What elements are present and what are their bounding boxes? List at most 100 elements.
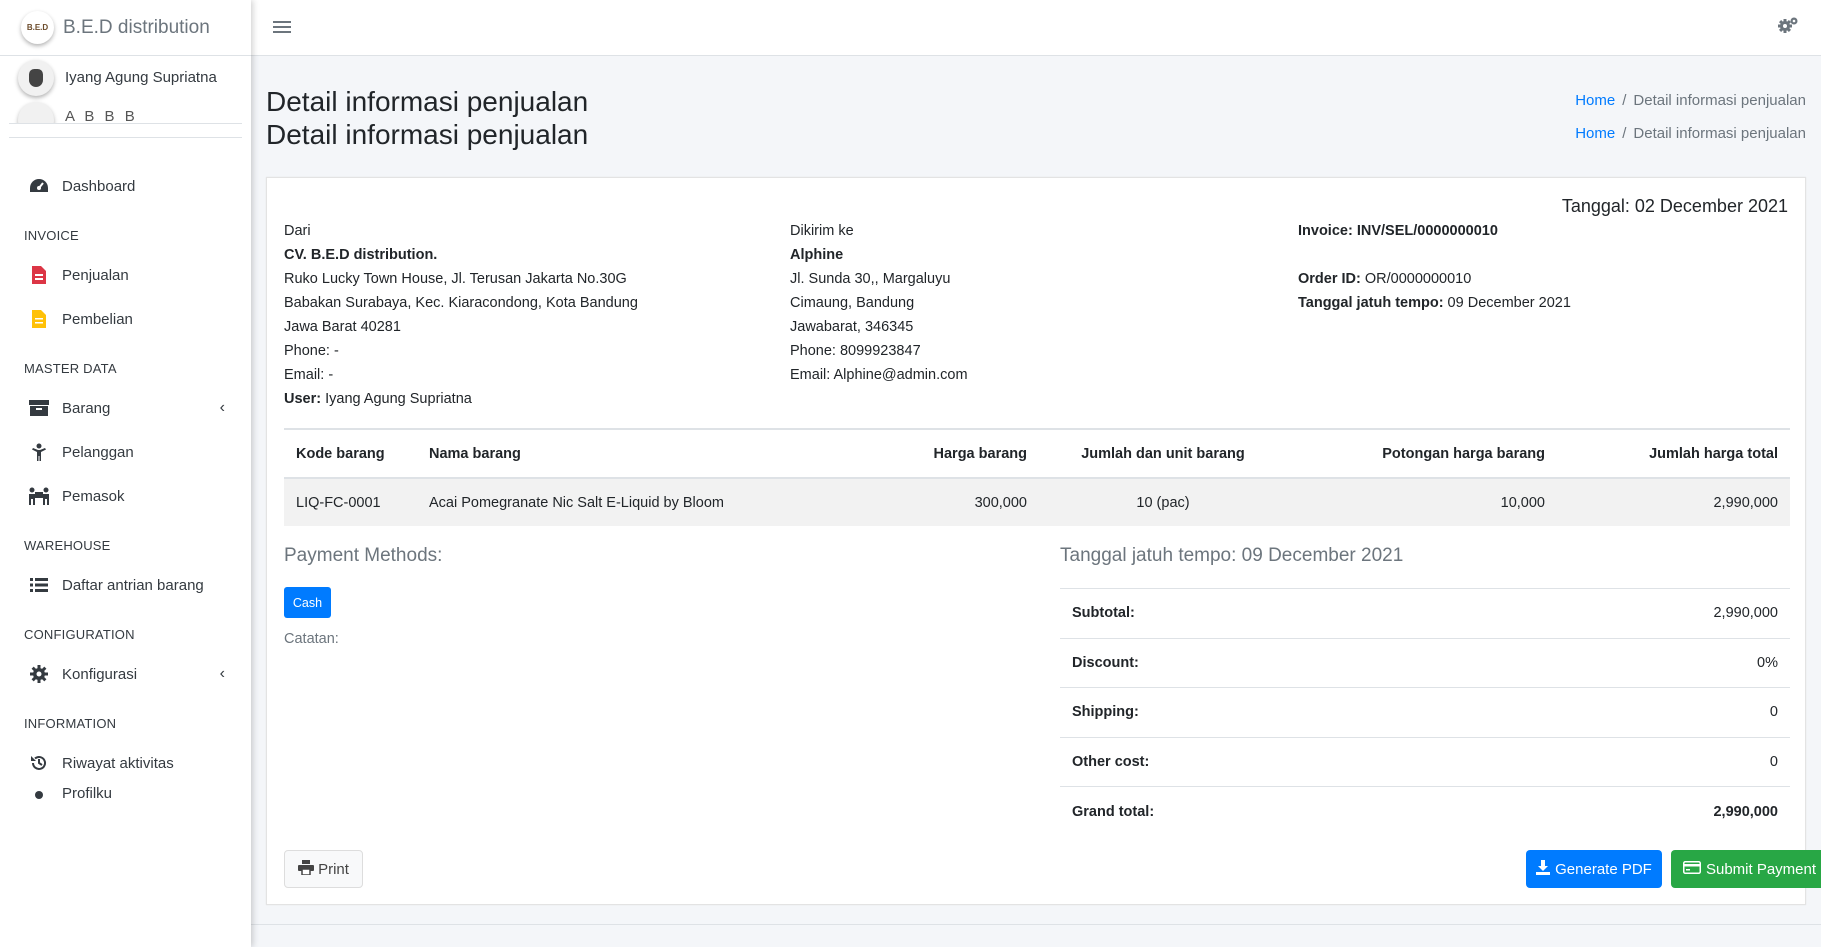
- sidebar-item-label: Pembelian: [62, 310, 133, 328]
- to-address-line1: Jl. Sunda 30,, Margaluyu: [790, 271, 951, 287]
- sidebar-item-label: Konfigurasi: [62, 665, 138, 683]
- nav-header-master-data: MASTER DATA: [24, 361, 117, 376]
- generate-pdf-button[interactable]: Generate PDF: [1526, 850, 1662, 888]
- breadcrumb-separator: /: [1622, 92, 1627, 109]
- due-date-value: 09 December 2021: [1443, 295, 1571, 311]
- gear-icon: [28, 664, 50, 684]
- due-date-label: Tanggal jatuh tempo:: [1298, 295, 1444, 311]
- cogs-icon[interactable]: [1777, 16, 1799, 40]
- sidebar-item-barang[interactable]: Barang ‹: [0, 386, 251, 430]
- breadcrumb-separator: /: [1622, 125, 1627, 142]
- table-cell: 2,990,000: [1557, 478, 1790, 526]
- nav-header-information: INFORMATION: [24, 716, 117, 731]
- sidebar-item-label: Riwayat aktivitas: [62, 754, 174, 772]
- user-name[interactable]: Iyang Agung Supriatna: [65, 69, 217, 86]
- file-invoice-icon: [28, 265, 50, 285]
- table-row: Subtotal: 2,990,000: [1060, 588, 1790, 638]
- top-navbar: [251, 0, 1821, 56]
- sidebar-item-pembelian[interactable]: Pembelian: [0, 297, 251, 341]
- table-row: Shipping: 0: [1060, 687, 1790, 737]
- sidebar-item-pemasok[interactable]: Pemasok: [0, 474, 251, 518]
- order-id-value: OR/0000000010: [1360, 271, 1472, 287]
- submit-payment-button[interactable]: Submit Payment: [1671, 850, 1821, 888]
- items-table: Kode barang Nama barang Harga barang Jum…: [284, 428, 1790, 526]
- download-icon: [1536, 859, 1551, 879]
- table-header-row: Kode barang Nama barang Harga barang Jum…: [284, 428, 1790, 479]
- sidebar: B.E.D B.E.D distribution Iyang Agung Sup…: [0, 0, 251, 947]
- footer-divider: [251, 924, 1821, 925]
- print-button[interactable]: Print: [284, 850, 363, 888]
- breadcrumb: Home / Detail informasi penjualan: [1575, 92, 1806, 109]
- breadcrumb-home[interactable]: Home: [1575, 125, 1615, 142]
- table-cell: LIQ-FC-0001: [284, 478, 417, 526]
- from-label: Dari: [284, 223, 311, 239]
- table-header: Nama barang: [417, 428, 837, 479]
- chevron-left-icon: ‹: [219, 665, 225, 682]
- sidebar-item-riwayat-aktivitas[interactable]: Riwayat aktivitas: [0, 741, 251, 785]
- sidebar-nav: Dashboard INVOICE Penjualan Pembelian MA…: [0, 138, 251, 807]
- person-icon: [28, 442, 50, 462]
- nav-header-invoice: INVOICE: [24, 228, 79, 243]
- sidebar-item-label: Dashboard: [62, 177, 136, 195]
- table-cell: Acai Pomegranate Nic Salt E-Liquid by Bl…: [417, 478, 837, 526]
- circle-icon: [28, 785, 50, 805]
- from-user-label: User:: [284, 391, 322, 407]
- to-address-line3: Jawabarat, 346345: [790, 319, 914, 335]
- breadcrumb-current: Detail informasi penjualan: [1633, 125, 1806, 142]
- total-label: Discount:: [1060, 637, 1459, 688]
- grand-total-value: 2,990,000: [1458, 786, 1790, 836]
- total-label: Subtotal:: [1060, 588, 1459, 638]
- chevron-left-icon: ‹: [219, 399, 225, 416]
- to-email: Email: Alphine@admin.com: [790, 367, 968, 383]
- payment-methods-title: Payment Methods:: [284, 545, 443, 566]
- list-icon: [28, 575, 50, 595]
- invoice-from: Dari CV. B.E.D distribution. Ruko Lucky …: [284, 219, 764, 411]
- totals-table: Subtotal: 2,990,000 Discount: 0% Shippin…: [1060, 588, 1790, 836]
- box-icon: [28, 398, 50, 418]
- total-value: 0%: [1458, 637, 1790, 688]
- from-address-line3: Jawa Barat 40281: [284, 319, 401, 335]
- sidebar-item-daftar-antrian[interactable]: Daftar antrian barang: [0, 563, 251, 607]
- invoice-date: Tanggal: 02 December 2021: [1561, 196, 1788, 216]
- brand-link[interactable]: B.E.D B.E.D distribution: [0, 0, 251, 56]
- to-name: Alphine: [790, 247, 844, 263]
- invoice-card: Tanggal: 02 December 2021 Dari CV. B.E.D…: [266, 177, 1821, 905]
- sidebar-item-label: Profilku: [62, 785, 113, 802]
- invoice-number: Invoice: INV/SEL/0000000010: [1298, 223, 1498, 239]
- order-id-label: Order ID:: [1298, 271, 1361, 287]
- table-header: Kode barang: [284, 428, 417, 479]
- menu-toggle-icon[interactable]: [273, 18, 291, 36]
- sidebar-item-pelanggan[interactable]: Pelanggan: [0, 430, 251, 474]
- page-title: Detail informasi penjualan: [266, 86, 589, 117]
- nav-header-warehouse: WAREHOUSE: [24, 538, 111, 553]
- from-email: Email: -: [284, 367, 334, 383]
- page-title-duplicate: Detail informasi penjualan: [266, 119, 589, 150]
- table-cell: 10,000: [1287, 478, 1557, 526]
- brand-name: B.E.D distribution: [63, 16, 210, 38]
- main-content: Detail informasi penjualan Detail inform…: [251, 56, 1821, 947]
- table-row: Discount: 0%: [1060, 637, 1790, 688]
- invoice-meta: Invoice: INV/SEL/0000000010 Order ID: OR…: [1298, 219, 1778, 315]
- generate-pdf-label: Generate PDF: [1555, 860, 1652, 878]
- from-phone: Phone: -: [284, 343, 339, 359]
- history-icon: [28, 753, 50, 773]
- sidebar-item-dashboard[interactable]: Dashboard: [0, 164, 251, 208]
- from-address-line2: Babakan Surabaya, Kec. Kiaracondong, Kot…: [284, 295, 638, 311]
- from-user-value: Iyang Agung Supriatna: [321, 391, 472, 407]
- sidebar-divider: [9, 124, 242, 138]
- from-address-line1: Ruko Lucky Town House, Jl. Terusan Jakar…: [284, 271, 627, 287]
- payment-method-badge[interactable]: Cash: [284, 587, 331, 618]
- to-label: Dikirim ke: [790, 223, 854, 239]
- total-label: Other cost:: [1060, 736, 1459, 787]
- sidebar-item-label: Pemasok: [62, 487, 125, 505]
- user-name-duplicate: A B B B: [65, 108, 138, 124]
- sidebar-item-label: Barang: [62, 399, 111, 417]
- sidebar-item-profilku[interactable]: Profilku: [0, 785, 251, 807]
- sidebar-item-konfigurasi[interactable]: Konfigurasi ‹: [0, 652, 251, 696]
- sidebar-item-label: Pelanggan: [62, 443, 134, 461]
- breadcrumb-home[interactable]: Home: [1575, 92, 1615, 109]
- user-panel[interactable]: Iyang Agung Supriatna A B B B: [9, 56, 242, 124]
- sidebar-item-penjualan[interactable]: Penjualan: [0, 253, 251, 297]
- user-avatar-duplicate: [18, 102, 54, 123]
- credit-card-icon: [1682, 860, 1701, 878]
